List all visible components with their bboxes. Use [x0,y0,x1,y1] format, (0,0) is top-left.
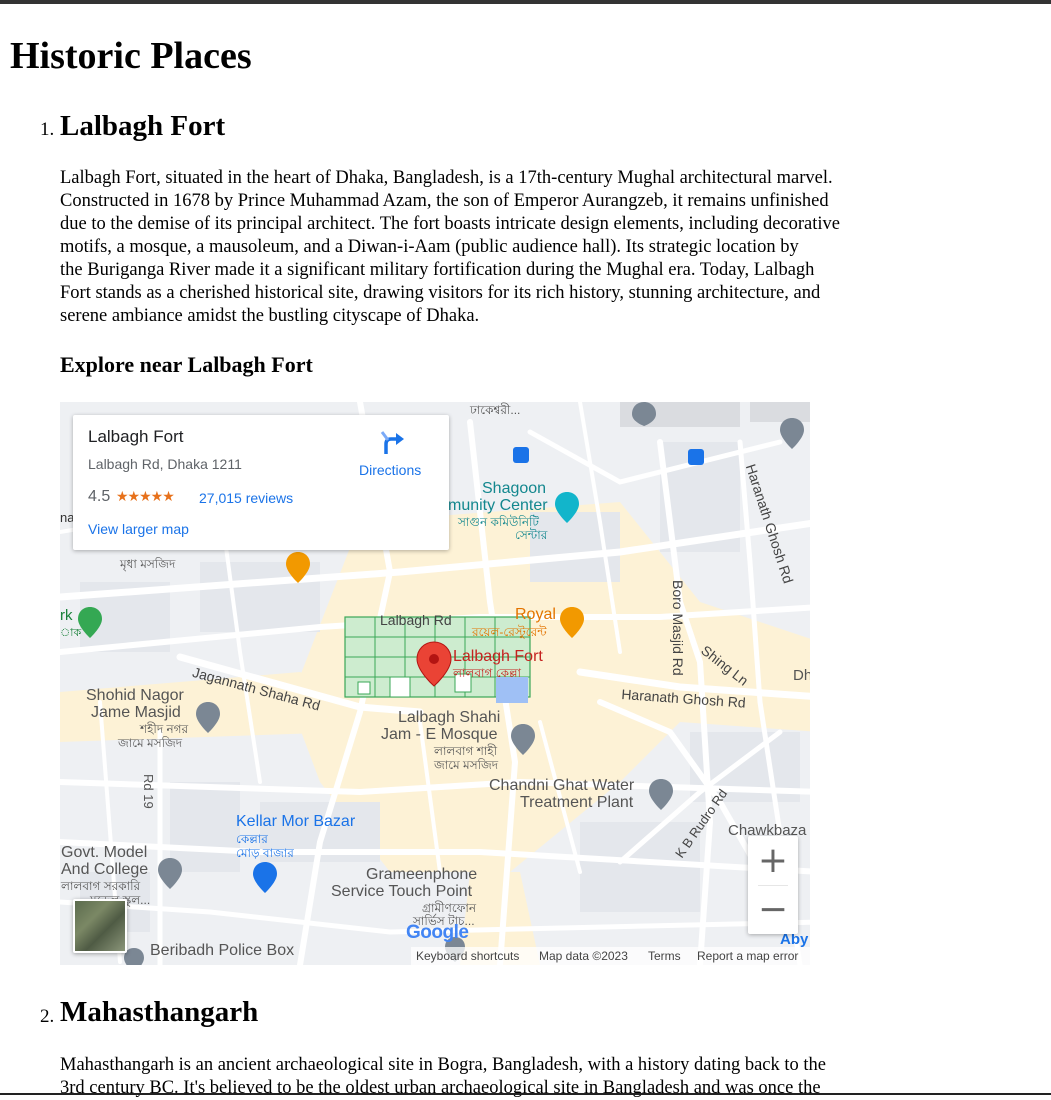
explore-heading: Explore near Lalbagh Fort [60,352,313,377]
map-label: Govt. Model [61,844,148,861]
map-label: Treatment Plant [520,794,634,811]
map-label: Royal [515,606,556,623]
place-info-card: Lalbagh Fort Lalbagh Rd, Dhaka 1211 4.5 … [73,415,449,550]
map-label: Beribadh Police Box [150,942,295,959]
directions-icon[interactable] [378,428,406,456]
map-label: লালবাগ কেল্লা [453,666,522,680]
satellite-toggle[interactable] [73,899,127,953]
terms-link[interactable]: Terms [648,949,681,963]
map-label: Rd 19 [141,774,156,809]
zoom-in-button[interactable]: + [748,836,798,885]
map-label: Shohid Nagor [86,687,184,704]
place-heading: Lalbagh Fort [60,110,226,142]
place-description: Lalbagh Fort, situated in the heart of D… [60,167,920,328]
map-attribution: Keyboard shortcuts Map data ©2023 Terms … [411,947,810,965]
page-title: Historic Places [10,35,252,77]
map-label: মৃধা মসজিদ [120,557,176,571]
map-label: Grameenphone [366,866,478,883]
reviews-link[interactable]: 27,015 reviews [199,490,293,506]
place-heading: Mahasthangarh [60,996,259,1028]
map-label: Lalbagh Fort [453,648,543,665]
view-larger-map-link[interactable]: View larger map [88,521,189,537]
map-label: সেন্টার [515,528,548,542]
map-label: রয়েল-রেস্টুরেন্ট [472,625,547,639]
map-label: Kellar Mor Bazar [236,813,356,830]
map-label: ঢাকেশ্বরী... [470,403,521,417]
card-title: Lalbagh Fort [88,427,184,446]
directions-button[interactable]: Directions [359,462,421,478]
google-logo-text: Google [406,922,469,943]
description-line: Lalbagh Fort, situated in the heart of D… [60,168,833,188]
description-line: motifs, a mosque, a mausoleum, and a Diw… [60,237,799,257]
description-line: Mahasthangarh is an ancient archaeologic… [60,1055,826,1075]
map-label: Lalbagh Rd [380,612,452,628]
map-label: Jame Masjid [91,704,181,721]
list-number: 2. [40,1006,55,1027]
embedded-map[interactable]: ঢাকেশ্বরী... Shagoon munity Center সাগুন… [60,402,810,965]
description-line: Fort stands as a cherished historical si… [60,283,821,303]
map-label: rk [60,607,73,624]
card-rating: 4.5 [88,488,111,505]
map-label: Jam - E Mosque [381,726,498,743]
map-label: Service Touch Point [331,883,473,900]
map-label: মোড় বাজার [236,846,294,860]
list-number: 1. [40,119,55,140]
description-line: Constructed in 1678 by Prince Muhammad A… [60,191,829,211]
description-line: due to the demise of its principal archi… [60,214,841,234]
map-label: And College [61,861,149,878]
zoom-out-button[interactable]: − [748,885,798,934]
map-label: Boro Masjid Rd [670,580,686,676]
google-logo: Google [406,922,469,944]
map-label: Chandni Ghat Water [489,777,635,794]
description-line: serene ambiance amidst the bustling city… [60,306,480,326]
description-line: the Buriganga River made it a significan… [60,260,815,280]
keyboard-shortcuts-link[interactable]: Keyboard shortcuts [416,949,519,963]
map-label: জামে মসজিদ [118,736,183,750]
map-label: জামে মসজিদ [434,758,499,772]
zoom-controls: + − [748,836,798,934]
map-label: Lalbagh Shahi [398,709,501,726]
map-label: Shagoon [482,480,547,497]
report-error-link[interactable]: Report a map error [697,949,798,963]
map-data-text: Map data ©2023 [539,949,628,963]
map-label: munity Center [448,497,548,514]
map-label: াক [60,627,82,639]
description-line: 3rd century BC. It's believed to be the … [60,1078,821,1098]
map-label: Dh [793,667,810,684]
star-rating-icon: ★★★★★ [116,488,175,504]
card-address: Lalbagh Rd, Dhaka 1211 [88,456,242,472]
